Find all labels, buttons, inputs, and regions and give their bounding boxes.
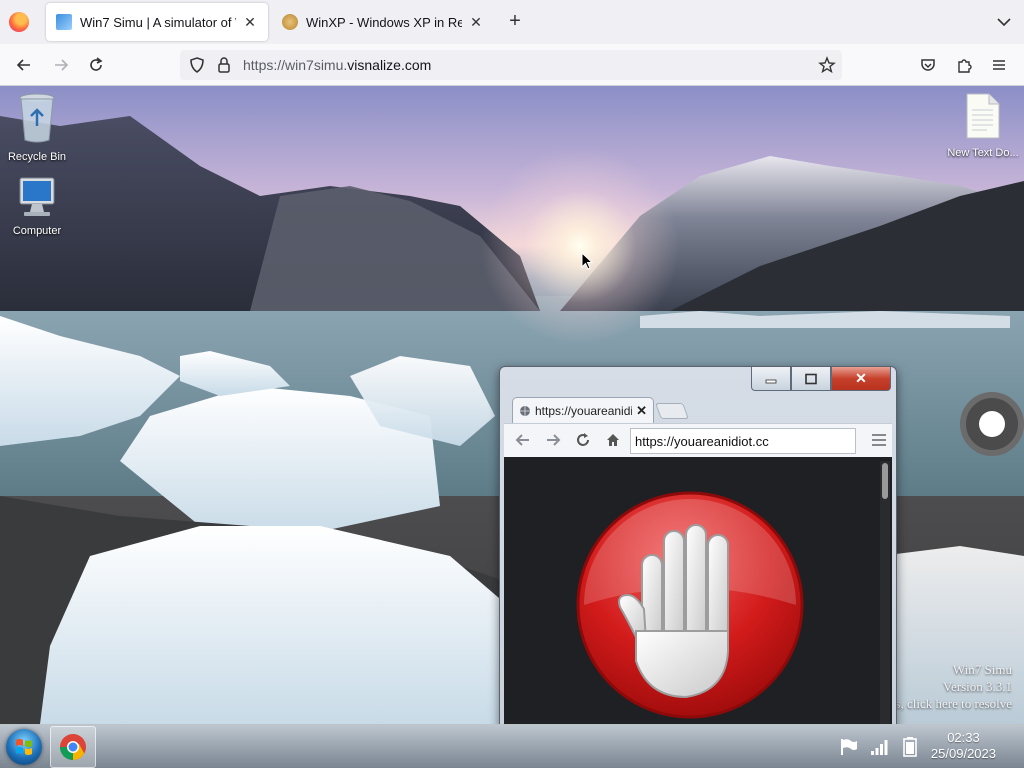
globe-icon bbox=[520, 405, 530, 416]
new-tab-button[interactable]: + bbox=[505, 11, 525, 31]
windows-logo-icon bbox=[16, 739, 32, 755]
window-caption-buttons: ✕ bbox=[751, 367, 891, 391]
action-center-flag-icon[interactable] bbox=[839, 737, 859, 762]
clock-date: 25/09/2023 bbox=[930, 746, 996, 761]
desktop-icon-label: Computer bbox=[12, 225, 62, 237]
tab-winxp[interactable]: WinXP - Windows XP in React ✕ bbox=[272, 3, 494, 41]
minimize-button[interactable] bbox=[751, 367, 791, 391]
chrome-tab-title: https://youareanidiot.cc bbox=[535, 403, 632, 418]
pocket-icon bbox=[921, 59, 935, 71]
clock-time: 02:33 bbox=[947, 730, 980, 745]
desktop-icon-label: New Text Do... bbox=[947, 147, 1019, 159]
forward-arrow-icon bbox=[55, 59, 69, 71]
list-all-tabs-chevron-down-icon[interactable] bbox=[994, 12, 1014, 32]
chrome-scrollbar[interactable] bbox=[880, 461, 890, 724]
battery-icon[interactable] bbox=[903, 737, 917, 762]
extensions-button[interactable] bbox=[951, 52, 977, 78]
tab-win7simu[interactable]: Win7 Simu | A simulator of Windows 7 ✕ bbox=[46, 3, 268, 41]
back-button[interactable] bbox=[11, 52, 37, 78]
hamburger-menu-icon bbox=[993, 60, 1005, 70]
desktop-icon-recycle-bin[interactable]: Recycle Bin bbox=[0, 92, 74, 163]
floating-button-dot-icon bbox=[979, 411, 1005, 437]
chrome-tab-close-icon[interactable]: ✕ bbox=[636, 403, 647, 419]
sun-glow bbox=[480, 146, 680, 346]
minimize-icon bbox=[765, 379, 777, 383]
scrollbar-thumb[interactable] bbox=[882, 463, 888, 499]
mouse-cursor-icon bbox=[581, 252, 593, 270]
app-menu-button[interactable] bbox=[986, 52, 1012, 78]
firefox-logo-icon[interactable] bbox=[9, 12, 29, 32]
chrome-forward-arrow-icon[interactable] bbox=[544, 432, 562, 450]
watermark-version: Version 3.3.1 bbox=[943, 679, 1012, 694]
url-bar[interactable]: https://win7simu.visnalize.com bbox=[180, 50, 842, 80]
chrome-new-tab-button[interactable] bbox=[655, 403, 689, 419]
url-text[interactable]: https://win7simu.visnalize.com bbox=[243, 57, 431, 73]
chrome-home-icon[interactable] bbox=[604, 432, 622, 450]
start-button[interactable] bbox=[6, 729, 42, 765]
pocket-button[interactable] bbox=[915, 52, 941, 78]
taskbar-clock[interactable]: 02:33 25/09/2023 bbox=[931, 730, 996, 762]
maximize-button[interactable] bbox=[791, 367, 831, 391]
tab-close-icon[interactable]: ✕ bbox=[468, 14, 484, 31]
chrome-logo-icon bbox=[59, 734, 86, 761]
network-signal-icon[interactable] bbox=[870, 737, 890, 762]
chrome-menu-icon[interactable] bbox=[872, 434, 886, 446]
tab-title: WinXP - Windows XP in React bbox=[306, 14, 462, 30]
lock-icon[interactable] bbox=[216, 56, 232, 74]
chrome-address-bar[interactable]: https://youareanidiot.cc bbox=[630, 428, 856, 454]
text-document-icon bbox=[966, 93, 1000, 139]
chrome-reload-icon[interactable] bbox=[574, 432, 592, 450]
maximize-icon bbox=[805, 373, 817, 384]
recycle-bin-icon bbox=[19, 93, 55, 143]
desktop-icon-label: Recycle Bin bbox=[7, 151, 67, 163]
chrome-page-content[interactable] bbox=[504, 457, 892, 724]
bookmark-star-icon[interactable] bbox=[818, 56, 836, 74]
url-prefix: https://win7simu. bbox=[243, 57, 348, 73]
win7-favicon-icon bbox=[56, 14, 72, 30]
tracking-protection-shield-icon[interactable] bbox=[188, 56, 206, 74]
desktop-icon-computer[interactable]: Computer bbox=[0, 176, 74, 237]
taskbar: 02:33 25/09/2023 bbox=[0, 724, 1024, 768]
chrome-window[interactable]: ✕ https://youareanidiot.cc ✕ https://you… bbox=[499, 366, 897, 724]
url-domain: visnalize.com bbox=[347, 57, 432, 73]
chrome-back-arrow-icon[interactable] bbox=[514, 432, 532, 450]
desktop-icon-new-text-document[interactable]: New Text Do... bbox=[945, 92, 1021, 159]
chrome-tab[interactable]: https://youareanidiot.cc ✕ bbox=[512, 397, 654, 423]
firefox-nav-bar: https://win7simu.visnalize.com bbox=[0, 44, 1024, 86]
taskbar-chrome-button[interactable] bbox=[50, 726, 96, 768]
win7-desktop[interactable]: Recycle Bin Computer New Text Do... Win7… bbox=[0, 86, 1024, 724]
floating-assistive-button[interactable] bbox=[960, 392, 1024, 456]
computer-icon bbox=[19, 177, 55, 216]
back-arrow-icon bbox=[16, 59, 30, 71]
close-icon: ✕ bbox=[855, 370, 867, 386]
forward-button[interactable] bbox=[48, 52, 74, 78]
watermark-title: Win7 Simu bbox=[952, 662, 1012, 677]
doge-favicon-icon bbox=[282, 14, 298, 30]
reload-button[interactable] bbox=[83, 52, 109, 78]
reload-icon bbox=[90, 57, 103, 71]
tab-close-icon[interactable]: ✕ bbox=[242, 14, 258, 31]
close-window-button[interactable]: ✕ bbox=[831, 367, 891, 391]
chrome-toolbar: https://youareanidiot.cc bbox=[504, 423, 892, 457]
firefox-tab-strip: Win7 Simu | A simulator of Windows 7 ✕ W… bbox=[0, 0, 1024, 44]
stop-hand-icon bbox=[576, 491, 804, 719]
tab-title: Win7 Simu | A simulator of Windows 7 bbox=[80, 14, 236, 30]
puzzle-piece-icon bbox=[958, 59, 972, 73]
